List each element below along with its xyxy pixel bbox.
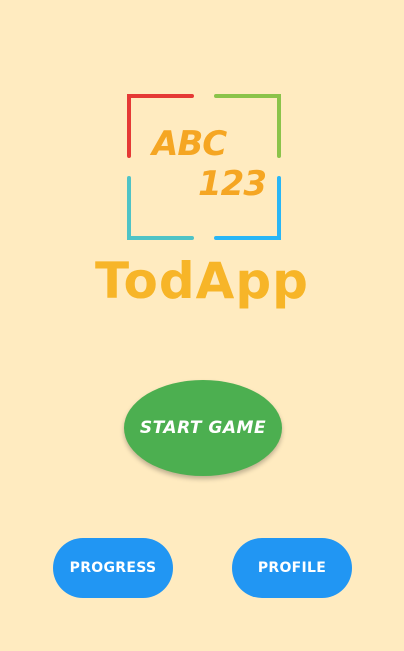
progress-button[interactable]: PROGRESS: [53, 538, 173, 598]
app-logo: ABC 123: [126, 93, 282, 241]
profile-button[interactable]: PROFILE: [232, 538, 352, 598]
logo-text-abc: ABC: [152, 124, 227, 164]
logo-text-123: 123: [198, 164, 267, 204]
app-title: TodApp: [95, 252, 309, 310]
home-screen: ABC 123 TodApp START GAME PROGRESS PROFI…: [0, 0, 404, 651]
start-game-button[interactable]: START GAME: [124, 380, 282, 476]
